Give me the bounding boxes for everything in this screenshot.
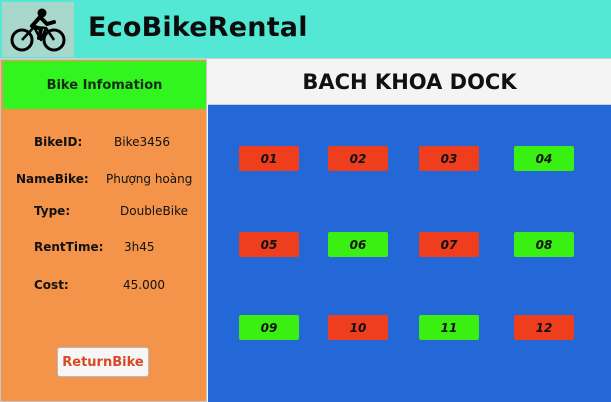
dock-slot-10[interactable]: 10 (328, 315, 388, 340)
dock-slot-09[interactable]: 09 (239, 315, 299, 340)
bike-id-label: BikeID: (34, 135, 83, 149)
dock-slot-02[interactable]: 02 (328, 146, 388, 171)
cost-label: Cost: (34, 278, 69, 292)
dock-slots-area: 01 02 03 04 05 06 07 08 09 10 11 12 (208, 105, 611, 402)
app-title: EcoBikeRental (88, 12, 308, 43)
dock-slot-08[interactable]: 08 (514, 232, 574, 257)
dock-slot-01[interactable]: 01 (239, 146, 299, 171)
rent-time-value: 3h45 (124, 240, 155, 254)
bike-type-value: DoubleBike (120, 204, 188, 218)
return-bike-button[interactable]: ReturnBike (57, 347, 149, 377)
dock-slot-03[interactable]: 03 (419, 146, 479, 171)
rent-time-label: RentTime: (34, 240, 104, 254)
dock-slot-04[interactable]: 04 (514, 146, 574, 171)
cost-value: 45.000 (123, 278, 165, 292)
dock-slot-11[interactable]: 11 (419, 315, 479, 340)
app-logo (2, 2, 74, 57)
bike-name-value: Phượng hoàng (106, 172, 193, 186)
bike-id-value: Bike3456 (114, 135, 171, 149)
dock-slot-07[interactable]: 07 (419, 232, 479, 257)
bike-info-header: Bike Infomation (3, 61, 206, 109)
dock-slot-12[interactable]: 12 (514, 315, 574, 340)
dock-slot-05[interactable]: 05 (239, 232, 299, 257)
bike-type-label: Type: (34, 204, 71, 218)
bike-info-panel: Bike Infomation BikeID: Bike3456 NameBik… (0, 59, 207, 402)
dock-title: BACH KHOA DOCK (208, 59, 611, 105)
cyclist-icon (10, 8, 66, 51)
app-header: EcoBikeRental (0, 0, 611, 59)
dock-slot-06[interactable]: 06 (328, 232, 388, 257)
bike-name-label: NameBike: (16, 172, 89, 186)
